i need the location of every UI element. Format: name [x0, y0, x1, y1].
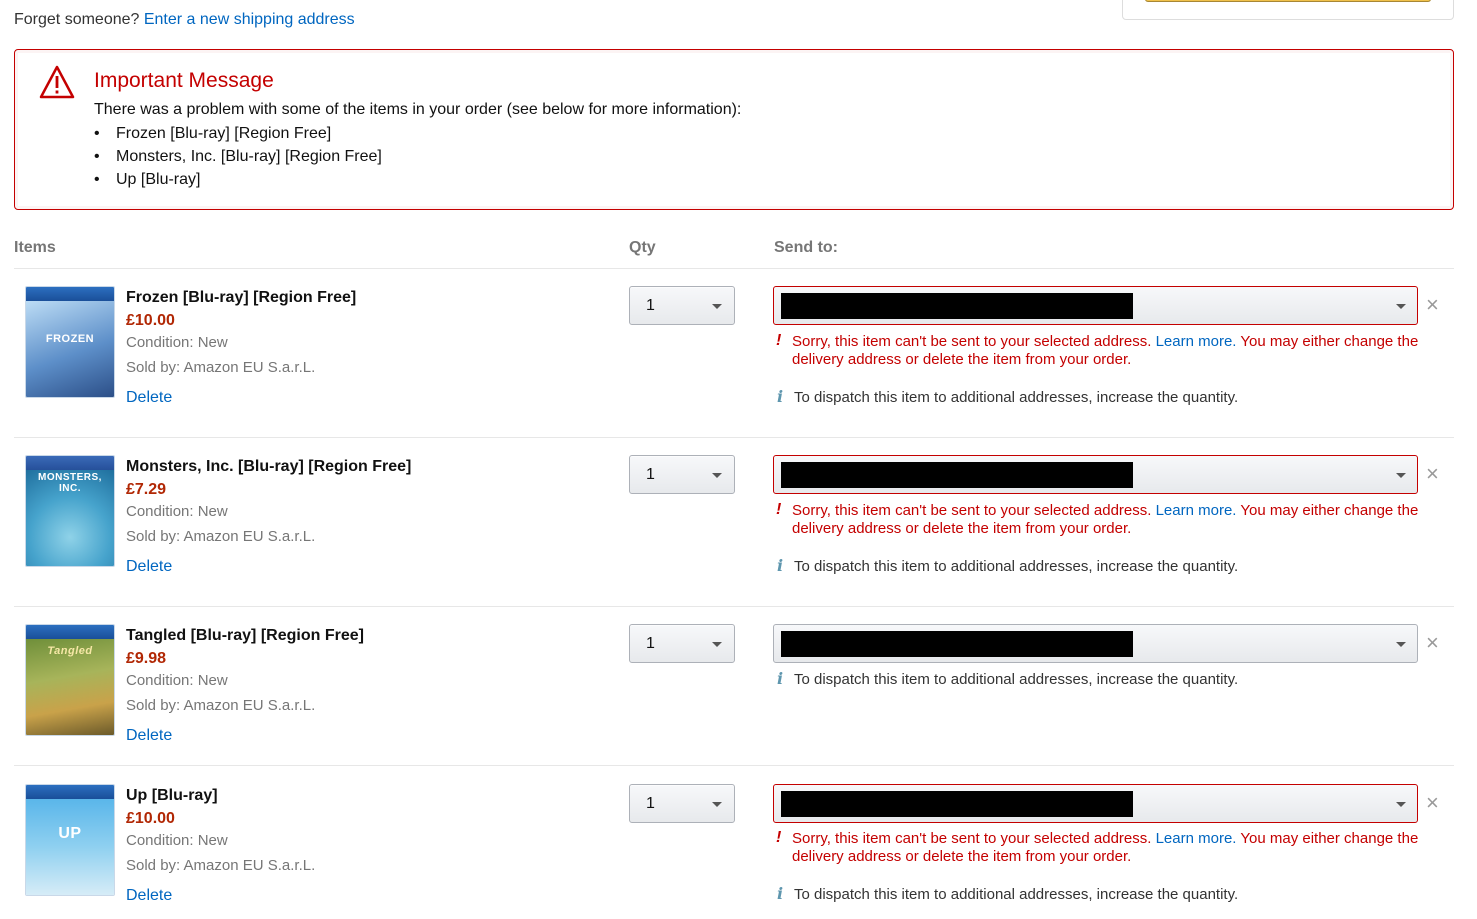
alert-item: Frozen [Blu-ray] [Region Free]: [94, 124, 382, 147]
info-icon: i: [777, 884, 784, 903]
redacted-address: [781, 631, 1133, 657]
remove-address-icon[interactable]: ×: [1426, 294, 1439, 316]
chevron-down-icon: [1396, 473, 1406, 478]
important-message-box: Important Message There was a problem wi…: [14, 49, 1454, 210]
item-price: £9.98: [126, 650, 167, 667]
address-select[interactable]: [773, 286, 1418, 325]
delete-link[interactable]: Delete: [126, 727, 172, 745]
chevron-down-icon: [712, 642, 722, 647]
item-condition: Condition: New: [126, 334, 228, 351]
learn-more-link[interactable]: Learn more.: [1156, 333, 1237, 350]
chevron-down-icon: [712, 473, 722, 478]
info-message: To dispatch this item to additional addr…: [794, 389, 1239, 406]
error-icon: !: [776, 332, 782, 349]
alert-item-list: Frozen [Blu-ray] [Region Free] Monsters,…: [94, 124, 382, 193]
error-icon: !: [776, 501, 782, 518]
error-text: Sorry, this item can't be sent to your s…: [792, 502, 1152, 519]
quantity-value: 1: [646, 297, 655, 314]
tangled-cover-image[interactable]: Tangled: [25, 624, 115, 736]
quantity-select[interactable]: 1: [629, 784, 735, 823]
alert-text: There was a problem with some of the ite…: [94, 101, 742, 118]
info-icon: i: [777, 556, 784, 575]
remove-address-icon[interactable]: ×: [1426, 632, 1439, 654]
info-icon: i: [777, 387, 784, 406]
item-price: £10.00: [126, 810, 175, 827]
address-select[interactable]: [773, 455, 1418, 494]
new-shipping-address-link[interactable]: Enter a new shipping address: [144, 11, 355, 28]
item-price: £7.29: [126, 481, 167, 498]
alert-item: Up [Blu-ray]: [94, 170, 382, 193]
error-icon: !: [776, 829, 782, 846]
quantity-select[interactable]: 1: [629, 455, 735, 494]
send-to-column-header: Send to:: [774, 239, 838, 256]
item-seller: Sold by: Amazon EU S.a.r.L.: [126, 857, 316, 874]
divider: [14, 268, 1454, 269]
alert-item: Monsters, Inc. [Blu-ray] [Region Free]: [94, 147, 382, 170]
chevron-down-icon: [712, 802, 722, 807]
quantity-select[interactable]: 1: [629, 624, 735, 663]
monsters-inc-cover-image[interactable]: MONSTERS, INC.: [25, 455, 115, 567]
forget-someone-line: Forget someone? Enter a new shipping add…: [14, 11, 355, 29]
error-message: Sorry, this item can't be sent to your s…: [792, 333, 1432, 369]
redacted-address: [781, 293, 1133, 319]
chevron-down-icon: [1396, 802, 1406, 807]
delete-link[interactable]: Delete: [126, 389, 172, 407]
info-message: To dispatch this item to additional addr…: [794, 671, 1239, 688]
forget-someone-text: Forget someone?: [14, 11, 140, 28]
items-column-header: Items: [14, 239, 56, 256]
chevron-down-icon: [712, 304, 722, 309]
remove-address-icon[interactable]: ×: [1426, 792, 1439, 814]
warning-icon: [39, 65, 75, 99]
quantity-value: 1: [646, 635, 655, 652]
remove-address-icon[interactable]: ×: [1426, 463, 1439, 485]
error-message: Sorry, this item can't be sent to your s…: [792, 830, 1432, 866]
quantity-select[interactable]: 1: [629, 286, 735, 325]
cover-logo: FROZEN: [45, 333, 95, 345]
info-icon: i: [777, 669, 784, 688]
error-message: Sorry, this item can't be sent to your s…: [792, 502, 1432, 538]
alert-title: Important Message: [94, 69, 274, 92]
item-title: Monsters, Inc. [Blu-ray] [Region Free]: [126, 458, 412, 475]
quantity-value: 1: [646, 466, 655, 483]
order-summary-panel: [1122, 0, 1454, 20]
item-title: Up [Blu-ray]: [126, 787, 218, 804]
item-title: Tangled [Blu-ray] [Region Free]: [126, 627, 364, 644]
delete-link[interactable]: Delete: [126, 887, 172, 905]
divider: [14, 437, 1454, 438]
learn-more-link[interactable]: Learn more.: [1156, 830, 1237, 847]
address-select[interactable]: [773, 624, 1418, 663]
frozen-cover-image[interactable]: FROZEN: [25, 286, 115, 398]
error-text: Sorry, this item can't be sent to your s…: [792, 830, 1152, 847]
quantity-value: 1: [646, 795, 655, 812]
learn-more-link[interactable]: Learn more.: [1156, 502, 1237, 519]
item-seller: Sold by: Amazon EU S.a.r.L.: [126, 697, 316, 714]
divider: [14, 765, 1454, 766]
redacted-address: [781, 462, 1133, 488]
item-condition: Condition: New: [126, 672, 228, 689]
divider: [14, 606, 1454, 607]
item-seller: Sold by: Amazon EU S.a.r.L.: [126, 528, 316, 545]
chevron-down-icon: [1396, 304, 1406, 309]
cover-logo: UP: [58, 825, 82, 842]
cover-logo: MONSTERS, INC.: [38, 472, 102, 494]
item-price: £10.00: [126, 312, 175, 329]
up-cover-image[interactable]: UP: [25, 784, 115, 896]
item-condition: Condition: New: [126, 832, 228, 849]
redacted-address: [781, 791, 1133, 817]
item-seller: Sold by: Amazon EU S.a.r.L.: [126, 359, 316, 376]
error-text: Sorry, this item can't be sent to your s…: [792, 333, 1152, 350]
info-message: To dispatch this item to additional addr…: [794, 558, 1239, 575]
qty-column-header: Qty: [629, 239, 656, 256]
cover-logo: Tangled: [47, 645, 93, 657]
chevron-down-icon: [1396, 642, 1406, 647]
info-message: To dispatch this item to additional addr…: [794, 886, 1239, 903]
item-condition: Condition: New: [126, 503, 228, 520]
address-select[interactable]: [773, 784, 1418, 823]
delete-link[interactable]: Delete: [126, 558, 172, 576]
item-title: Frozen [Blu-ray] [Region Free]: [126, 289, 357, 306]
continue-button[interactable]: [1145, 0, 1431, 2]
